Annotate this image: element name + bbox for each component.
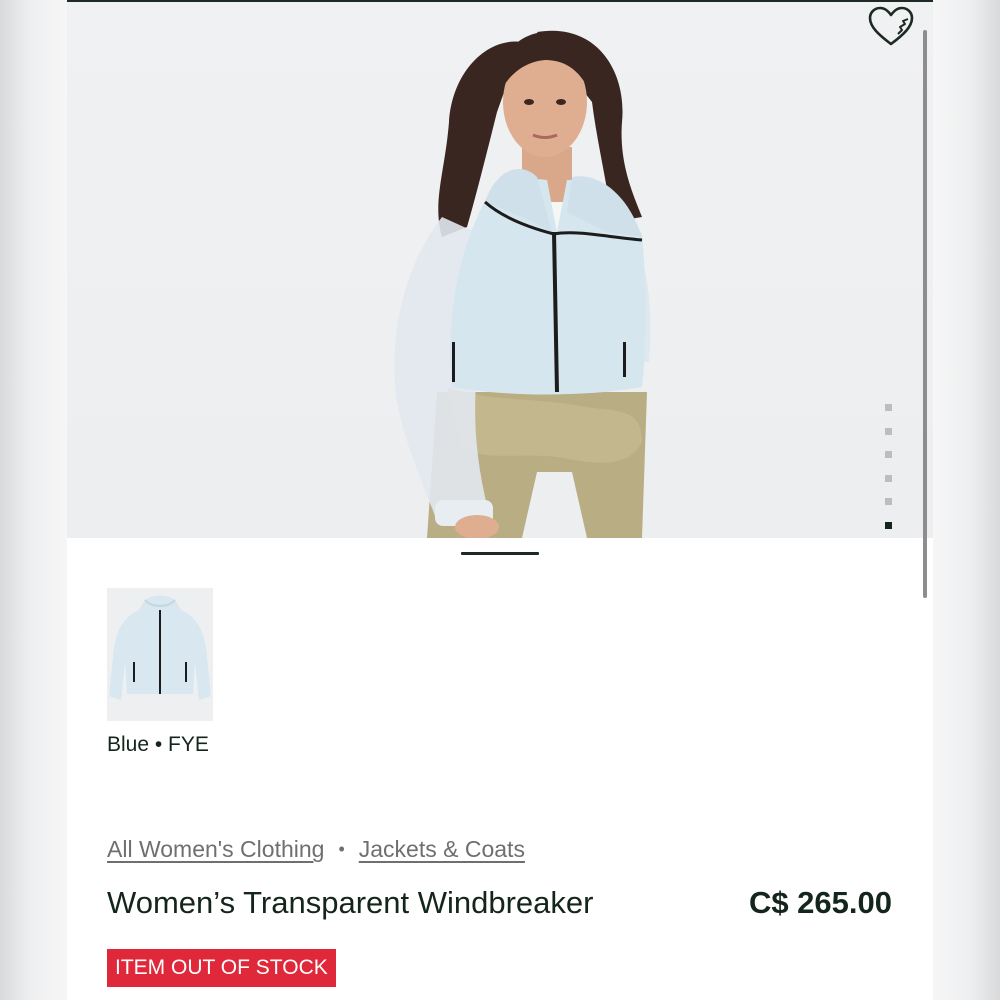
scrollbar[interactable] (923, 30, 927, 598)
gallery-dot[interactable] (885, 404, 892, 411)
wishlist-button[interactable] (867, 6, 917, 50)
jacket-thumbnail (109, 595, 211, 700)
out-of-stock-badge: ITEM OUT OF STOCK (107, 949, 336, 987)
product-page: Blue • FYE All Women's Clothing • Jackets … (67, 0, 933, 1000)
gallery-dot-active[interactable] (885, 521, 892, 529)
scrollbar-thumb[interactable] (923, 30, 927, 598)
gallery-dot[interactable] (885, 498, 892, 505)
product-price: C$ 265.00 (748, 885, 892, 920)
sheet-drag-handle[interactable] (461, 552, 539, 555)
gallery-pagination (885, 404, 893, 538)
breadcrumb-link-jackets-coats[interactable]: Jackets & Coats (359, 836, 525, 862)
product-title: Women’s Transparent Windbreaker (107, 885, 594, 920)
product-hero-image[interactable] (67, 2, 933, 538)
color-swatch-thumbnail[interactable] (107, 588, 213, 721)
gallery-dot[interactable] (885, 451, 892, 458)
breadcrumb-link-womens-clothing[interactable]: All Women's Clothing (107, 836, 324, 862)
model-photo (394, 30, 651, 538)
breadcrumb-separator: • (338, 839, 345, 859)
breadcrumb: All Women's Clothing • Jackets & Coats (107, 836, 525, 863)
gallery-dot[interactable] (885, 474, 892, 482)
heart-icon (868, 6, 914, 46)
color-label: Blue • FYE (107, 733, 209, 756)
gallery-dot[interactable] (885, 427, 892, 435)
